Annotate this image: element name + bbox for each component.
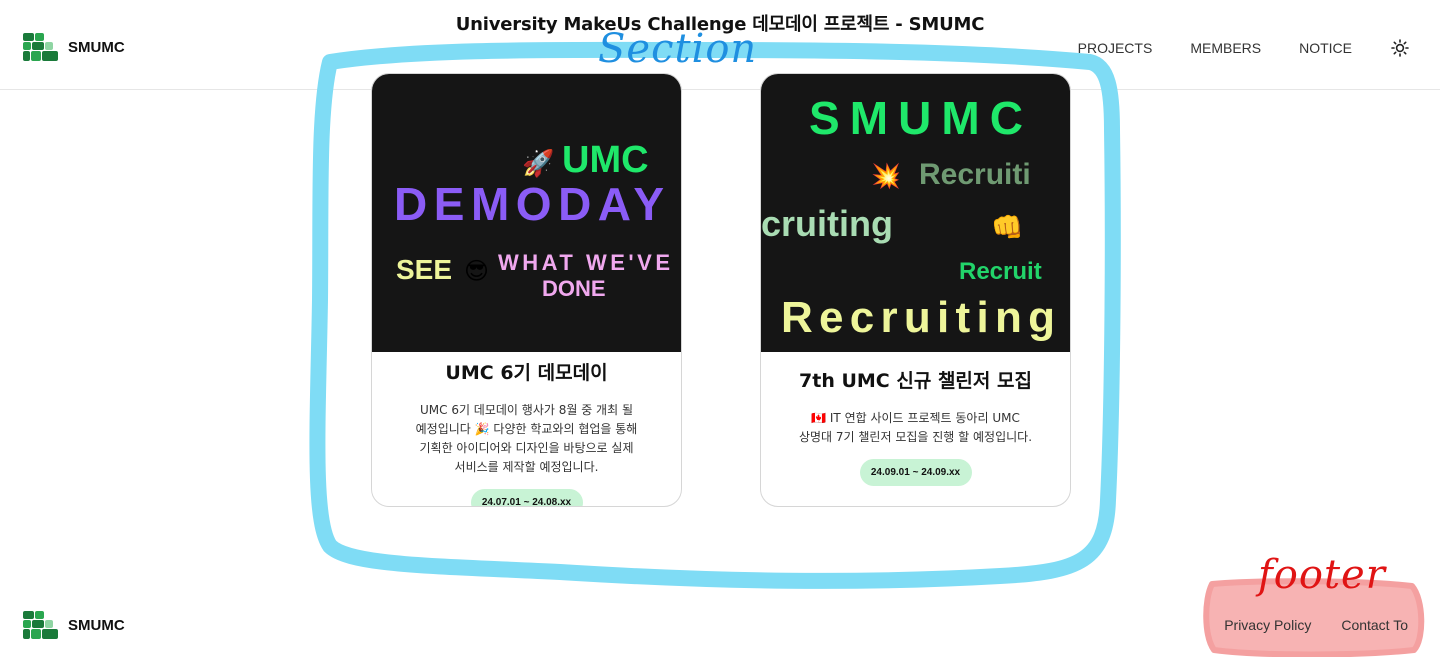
nav-notice[interactable]: NOTICE — [1299, 40, 1352, 56]
footer-brand[interactable]: SMUMC — [22, 610, 125, 640]
project-card[interactable]: SMUMC 💥 Recruiti cruiting 👊 Recruit Recr… — [760, 73, 1071, 507]
image-text-recruiti: Recruiti — [919, 158, 1031, 191]
smumc-logo-icon — [23, 611, 58, 639]
card-image: SMUMC 💥 Recruiti cruiting 👊 Recruit Recr… — [761, 74, 1070, 352]
header-brand-name: SMUMC — [68, 38, 125, 56]
image-text-umc: UMC — [562, 139, 649, 181]
main-nav: PROJECTS MEMBERS NOTICE — [1078, 38, 1410, 58]
card-title: 7th UMC 신규 챌린저 모집 — [799, 370, 1032, 392]
rocket-icon: 🚀 — [522, 148, 554, 179]
smumc-logo-icon — [23, 33, 58, 61]
card-date-badge: 24.09.01 ~ 24.09.xx — [859, 459, 972, 486]
sun-icon — [1391, 39, 1409, 57]
contact-link[interactable]: Contact To — [1341, 617, 1408, 633]
section-annotation-label: Section — [598, 26, 758, 72]
header-brand[interactable]: SMUMC — [22, 32, 125, 62]
footer-annotation-label: footer — [1258, 552, 1386, 598]
privacy-policy-link[interactable]: Privacy Policy — [1224, 617, 1311, 633]
footer-brand-name: SMUMC — [68, 616, 125, 634]
image-text-cruiting: cruiting — [761, 203, 893, 244]
image-text-recruiting: Recruiting — [781, 293, 1055, 342]
image-text-smumc: SMUMC — [809, 92, 1023, 144]
image-text-recruit: Recruit — [959, 258, 1042, 285]
card-description: UMC 6기 데모데이 행사가 8월 중 개최 될 예정입니다 🎉 다양한 학교… — [415, 403, 638, 474]
annotation-layer — [309, 41, 1425, 657]
card-image: 🚀 UMC DEMODAY SEE 😎 WHAT WE'VE DONE — [372, 74, 681, 352]
nav-projects[interactable]: PROJECTS — [1078, 40, 1153, 56]
image-text-done: DONE — [542, 276, 606, 301]
image-text-what-weve: WHAT WE'VE — [498, 250, 670, 275]
card-title: UMC 6기 데모데이 — [445, 362, 608, 384]
card-description: 🇨🇦 IT 연합 사이드 프로젝트 동아리 UMC 상명대 7기 챌린저 모집을… — [798, 411, 1033, 444]
nav-members[interactable]: MEMBERS — [1190, 40, 1261, 56]
fist-icon: 👊 — [991, 213, 1023, 243]
theme-toggle-button[interactable] — [1390, 38, 1410, 58]
image-text-demoday: DEMODAY — [394, 178, 664, 230]
image-text-see: SEE — [396, 254, 452, 285]
footer-links: Privacy Policy Contact To — [1224, 617, 1408, 633]
header-divider — [0, 89, 1440, 90]
collision-icon: 💥 — [871, 162, 901, 190]
sunglasses-icon: 😎 — [464, 257, 489, 285]
card-date-badge: 24.07.01 ~ 24.08.xx — [470, 489, 583, 506]
project-card[interactable]: 🚀 UMC DEMODAY SEE 😎 WHAT WE'VE DONE UMC … — [371, 73, 682, 507]
